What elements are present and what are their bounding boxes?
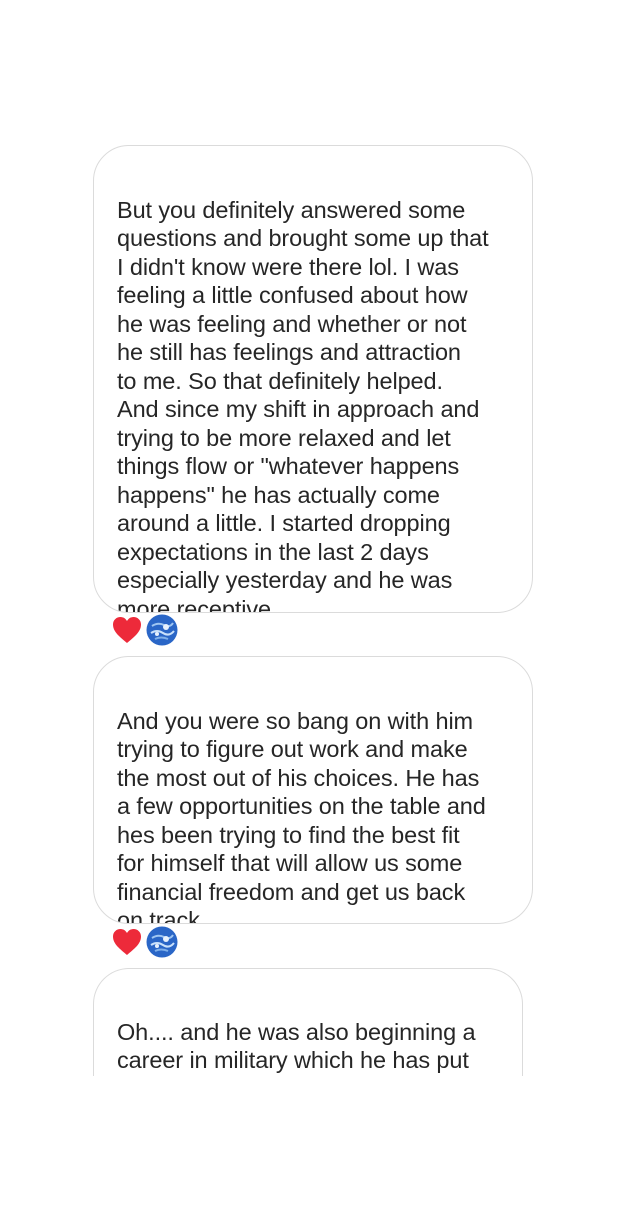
message-bubble[interactable]: But you definitely answered some questio… (93, 145, 533, 613)
message-reactions[interactable] (112, 926, 178, 958)
heart-icon (113, 617, 141, 643)
message-text: Oh.... and he was also beginning a caree… (117, 1018, 476, 1077)
message-bubble[interactable]: Oh.... and he was also beginning a caree… (93, 968, 523, 1076)
message-reactions[interactable] (112, 614, 178, 646)
user-avatar-icon (146, 926, 178, 958)
message-bubble[interactable]: And you were so bang on with him trying … (93, 656, 533, 924)
user-avatar-icon (146, 614, 178, 646)
heart-icon (113, 929, 141, 955)
message-text: But you definitely answered some questio… (117, 196, 489, 613)
message-text: And you were so bang on with him trying … (117, 707, 486, 924)
